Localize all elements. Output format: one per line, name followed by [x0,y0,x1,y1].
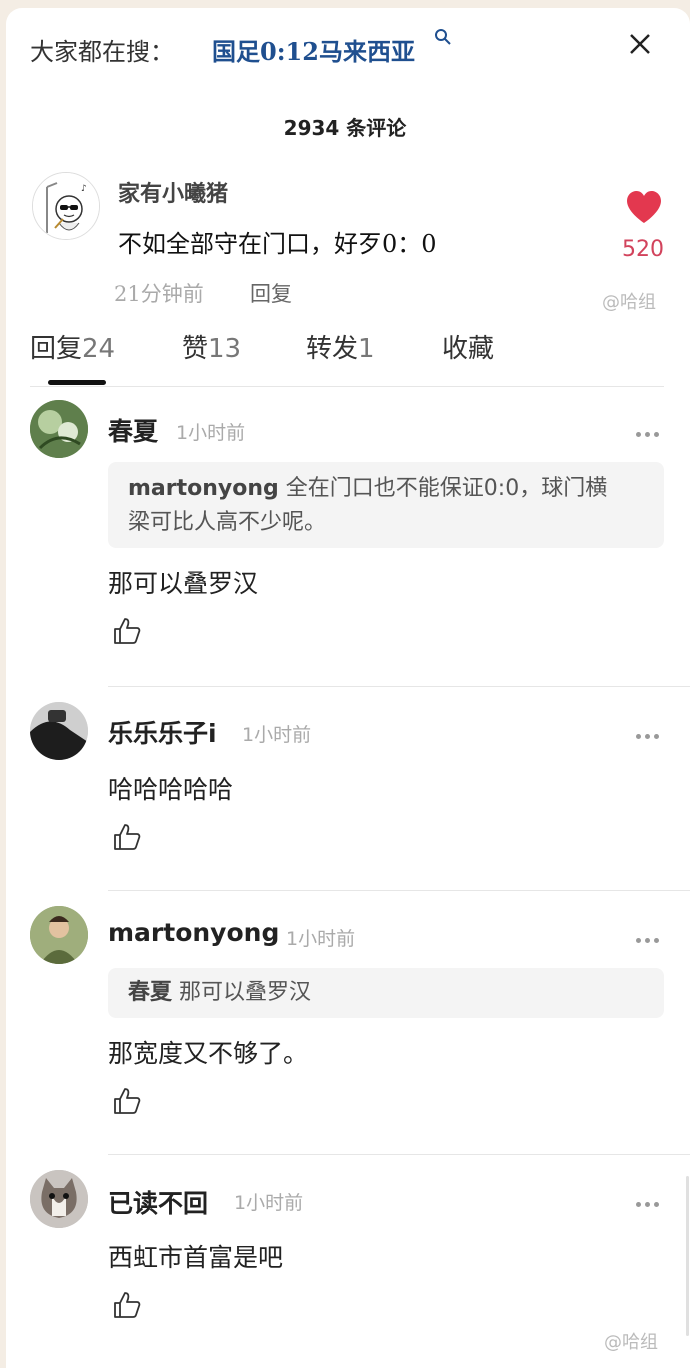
search-prefix: 大家都在搜： [30,38,174,66]
like-count: 520 [622,237,664,262]
tab-count: 1 [358,334,375,364]
reply-time: 1小时前 [176,422,246,444]
quoted-comment: 春夏 那可以叠罗汉 [108,968,664,1018]
watermark: @哈组 [602,292,656,313]
search-icon[interactable] [434,28,452,46]
heart-icon[interactable] [625,190,663,224]
scrollbar[interactable] [686,1176,689,1336]
tab-label: 赞 [182,334,209,364]
tab-replies[interactable]: 回复24 [30,328,115,365]
comment-text: 不如全部守在门口，好歹0：0 [118,230,437,258]
more-icon[interactable] [636,422,666,437]
divider [30,386,664,387]
reply-text: 那可以叠罗汉 [108,569,259,598]
reply-author[interactable]: 春夏 [108,412,158,448]
photo-avatar-icon [30,906,88,964]
cartoon-avatar-icon: ♪ [33,173,99,239]
reply-author[interactable]: 乐乐乐子i [108,714,217,750]
close-icon[interactable] [624,28,656,60]
quoted-comment: martonyong 全在门口也不能保证0:0，球门横 梁可比人高不少呢。 [108,462,664,548]
more-icon[interactable] [636,928,666,943]
tab-reposts[interactable]: 转发1 [306,328,375,365]
reply-time: 1小时前 [286,928,356,950]
trending-search-link[interactable]: 国足0:12马来西亚 [212,32,415,67]
active-tab-indicator [48,380,106,385]
photo-avatar-icon [30,702,88,760]
cat-avatar-icon [30,1170,88,1228]
reply-text: 西虹市首富是吧 [108,1243,284,1272]
more-icon[interactable] [636,724,666,739]
reply-button[interactable]: 回复 [250,278,292,308]
reply-time: 1小时前 [234,1192,304,1214]
avatar[interactable] [30,702,88,760]
tab-count: 13 [208,334,242,364]
quote-author: martonyong [128,476,279,501]
reply-text: 那宽度又不够了。 [108,1039,309,1068]
comment-time: 21分钟前 [114,282,204,306]
avatar[interactable]: ♪ [32,172,100,240]
more-icon[interactable] [636,1192,666,1207]
reply-time: 1小时前 [242,724,312,746]
avatar[interactable] [30,906,88,964]
quote-text: 梁可比人高不少呢。 [128,510,327,535]
quote-author: 春夏 [128,980,173,1005]
tab-label: 转发 [306,334,359,364]
divider [108,686,690,687]
tab-label: 收藏 [442,334,495,364]
thumbs-up-icon[interactable] [112,616,142,646]
avatar[interactable] [30,400,88,458]
reply-text: 哈哈哈哈哈 [108,775,234,804]
thumbs-up-icon[interactable] [112,1290,142,1320]
divider [108,1154,690,1155]
quote-text: 全在门口也不能保证0:0，球门横 [285,476,608,501]
thumbs-up-icon[interactable] [112,822,142,852]
svg-text:♪: ♪ [81,184,87,194]
tab-likes[interactable]: 赞13 [182,328,241,365]
divider [108,890,690,891]
comment-sheet [6,8,690,1368]
tab-favorites[interactable]: 收藏 [442,328,494,365]
comment-count: 2934 条评论 [283,116,407,140]
avatar[interactable] [30,1170,88,1228]
tab-label: 回复 [30,334,83,364]
plant-avatar-icon [30,400,88,458]
tab-count: 24 [82,334,116,364]
comment-author[interactable]: 家有小曦猪 [118,176,228,208]
reply-author[interactable]: martonyong [108,918,279,947]
reply-author[interactable]: 已读不回 [108,1184,208,1220]
thumbs-up-icon[interactable] [112,1086,142,1116]
watermark: @哈组 [604,1332,658,1353]
quote-text: 那可以叠罗汉 [179,980,312,1005]
